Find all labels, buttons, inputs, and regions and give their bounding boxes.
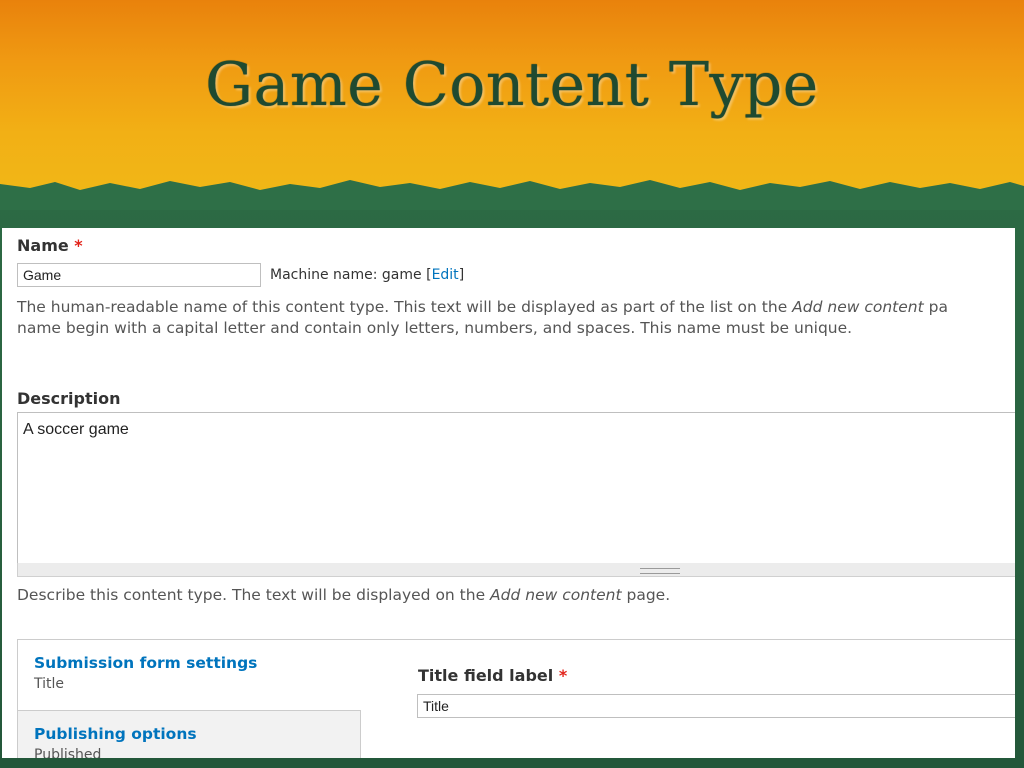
name-help-cut: pa (923, 298, 948, 316)
name-label: Name * (17, 236, 83, 255)
machine-name-prefix: Machine name: game [ (270, 267, 432, 283)
vertical-tab-summary: Published (34, 747, 102, 758)
title-field-input[interactable]: Title (417, 694, 1015, 718)
description-help-text: Describe this content type. The text wil… (17, 586, 491, 604)
banner-torn-edge (0, 180, 1024, 210)
name-help-line2: name begin with a capital letter and con… (17, 319, 853, 337)
vertical-tab-title: Publishing options (34, 725, 197, 743)
vertical-tab-title: Submission form settings (34, 654, 258, 672)
vertical-tab-submission-form[interactable]: Submission form settings Title (18, 640, 361, 710)
resize-grip-icon (640, 568, 680, 574)
textarea-resize-handle[interactable] (17, 563, 1015, 577)
description-help-suffix: page. (621, 586, 671, 604)
machine-name: Machine name: game [Edit] (270, 267, 464, 283)
slide-title: Game Content Type (205, 50, 819, 120)
title-field-label-text: Title field label (418, 666, 554, 685)
vertical-tab-publishing-options[interactable]: Publishing options Published (18, 710, 361, 758)
machine-name-edit-link[interactable]: Edit (432, 267, 459, 283)
content-type-form: Name * Game Machine name: game [Edit] Th… (2, 228, 1015, 758)
name-help-emphasis: Add new content (792, 298, 924, 316)
description-help: Describe this content type. The text wil… (17, 585, 670, 606)
description-textarea[interactable]: A soccer game (17, 412, 1015, 564)
required-mark: * (558, 666, 568, 685)
name-input[interactable]: Game (17, 263, 261, 287)
vertical-tabs: Submission form settings Title Publishin… (17, 639, 1015, 758)
vertical-tab-summary: Title (34, 676, 65, 692)
vertical-tab-list: Submission form settings Title Publishin… (18, 640, 361, 758)
title-field-label: Title field label * (418, 666, 567, 685)
machine-name-suffix: ] (458, 267, 465, 283)
required-mark: * (74, 236, 83, 255)
description-help-emphasis: Add new content (490, 586, 622, 604)
description-label: Description (17, 389, 121, 408)
name-label-text: Name (17, 236, 69, 255)
name-help-text: The human-readable name of this content … (17, 298, 793, 316)
name-help-line1: The human-readable name of this content … (17, 297, 948, 318)
